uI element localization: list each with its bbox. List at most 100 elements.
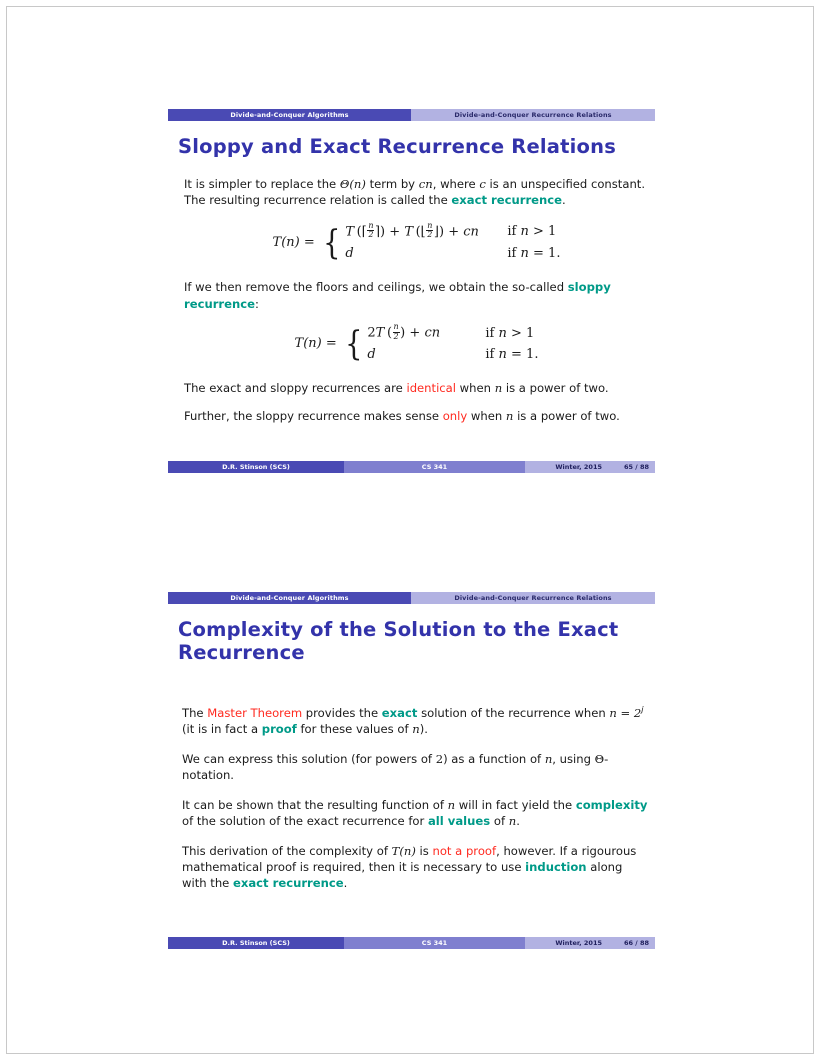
text-segment: is	[415, 843, 433, 858]
slide1-navigation-bar: Divide-and-Conquer Algorithms Divide-and…	[168, 109, 655, 121]
text-segment: , where	[432, 177, 480, 191]
footer-term-label: Winter, 2015	[555, 463, 602, 471]
math-theta-n: Θ(n)	[339, 177, 366, 191]
math-two: 2	[435, 751, 444, 766]
nav-inactive-label: Divide-and-Conquer Recurrence Relations	[454, 594, 612, 602]
keyword-only: only	[442, 408, 468, 423]
equation-condition-1: if n > 1	[507, 224, 557, 240]
footer-term-and-page: Winter, 2015 66 / 88	[525, 937, 655, 949]
slide2-footer: D.R. Stinson (SCS) CS 341 Winter, 2015 6…	[168, 937, 655, 949]
text-segment: It can be shown that the resulting funct…	[182, 797, 448, 812]
footer-course-label: CS 341	[421, 463, 448, 471]
keyword-exact-recurrence: exact recurrence	[233, 876, 344, 891]
keyword-proof: proof	[261, 722, 297, 737]
paragraph-exact-recurrence-intro: It is simpler to replace the Θ(n) term b…	[184, 176, 649, 209]
footer-course: CS 341	[344, 937, 525, 949]
footer-course-label: CS 341	[421, 939, 448, 947]
text-segment: when	[456, 381, 495, 396]
text-segment: of	[490, 814, 509, 829]
equation-exact-recurrence: T(n) = { T (⌈ n 2 ⌉) + T (⌊ n 2 ⌋) + cn if n >…	[184, 220, 649, 263]
paragraph-not-a-proof-induction: This derivation of the complexity of T(n…	[182, 843, 649, 892]
footer-term-label: Winter, 2015	[555, 939, 602, 947]
keyword-identical: identical	[406, 381, 456, 396]
nav-subsection-divide-and-conquer-recurrence-relations[interactable]: Divide-and-Conquer Recurrence Relations	[411, 592, 655, 604]
slide2-body: The Master Theorem provides the exact so…	[182, 704, 649, 892]
brace-icon: {	[344, 324, 363, 364]
paragraph-sloppy-recurrence-intro: If we then remove the floors and ceiling…	[184, 279, 649, 312]
paragraph-identical-when-power-of-two: The exact and sloppy recurrences are ide…	[184, 380, 649, 396]
text-segment: :	[255, 296, 259, 311]
text-segment: for these values of	[296, 722, 413, 737]
text-segment: will in fact yield the	[455, 797, 576, 812]
keyword-all-values: all values	[427, 814, 491, 829]
text-segment: is a power of two.	[513, 408, 620, 423]
math-T: T	[404, 224, 413, 240]
text-segment: term by	[365, 177, 419, 191]
slide1-title: Sloppy and Exact Recurrence Relations	[178, 135, 617, 158]
text-segment: .	[343, 876, 348, 891]
math-exponent-j: j	[641, 704, 644, 714]
text-segment: Further, the sloppy recurrence makes sen…	[184, 408, 443, 423]
nav-section-divide-and-conquer-algorithms[interactable]: Divide-and-Conquer Algorithms	[168, 592, 411, 604]
equation-condition-1: if n > 1	[485, 325, 535, 341]
text-segment: (it is in fact a	[182, 722, 262, 737]
keyword-not-a-proof: not a proof	[432, 843, 497, 858]
math-T: T	[345, 224, 355, 240]
slide-sloppy-and-exact-recurrence-relations: Divide-and-Conquer Algorithms Divide-and…	[168, 109, 655, 473]
math-n: n	[412, 722, 420, 737]
fraction-n-over-2: n2	[367, 220, 375, 240]
keyword-exact: exact	[381, 705, 418, 720]
nav-subsection-divide-and-conquer-recurrence-relations[interactable]: Divide-and-Conquer Recurrence Relations	[411, 109, 655, 121]
text-segment: is a power of two.	[502, 381, 609, 396]
math-n: n	[447, 797, 456, 812]
math-theta: Θ	[594, 751, 605, 766]
fraction-n-over-2: n2	[392, 322, 400, 341]
text-segment: The	[182, 705, 208, 720]
keyword-induction: induction	[525, 860, 587, 875]
math-n-equals-2: n = 2	[609, 705, 642, 720]
text-segment: It is simpler to replace the	[184, 177, 340, 191]
nav-section-divide-and-conquer-algorithms[interactable]: Divide-and-Conquer Algorithms	[168, 109, 411, 121]
text-segment: We can express this solution (for powers…	[182, 751, 436, 766]
math-T-of-n: T(n)	[391, 843, 416, 858]
text-segment: , using	[552, 751, 595, 766]
footer-page-number: 66 / 88	[624, 939, 649, 947]
slide2-navigation-bar: Divide-and-Conquer Algorithms Divide-and…	[168, 592, 655, 604]
math-cn: cn	[424, 325, 441, 341]
text-segment: .	[516, 814, 520, 829]
math-two: 2	[367, 325, 376, 341]
slide1-footer: D.R. Stinson (SCS) CS 341 Winter, 2015 6…	[168, 461, 655, 473]
math-plus: +	[409, 325, 421, 341]
text-segment: .	[562, 193, 566, 208]
equation-case-recursive: 2T (n 2) + cn	[367, 322, 441, 341]
text-segment: of the solution of the exact recurrence …	[182, 814, 428, 829]
slide2-title: Complexity of the Solution to the Exact …	[178, 618, 619, 664]
keyword-complexity: complexity	[575, 797, 648, 812]
brace-icon: {	[322, 222, 341, 263]
footer-term-and-page: Winter, 2015 65 / 88	[525, 461, 655, 473]
ceil-open-icon: ⌈	[361, 224, 367, 240]
paragraph-master-theorem: The Master Theorem provides the exact so…	[182, 704, 649, 738]
footer-course: CS 341	[344, 461, 525, 473]
text-segment: solution of the recurrence when	[417, 705, 610, 720]
math-plus: +	[448, 224, 460, 240]
paragraph-complexity-all-values: It can be shown that the resulting funct…	[182, 797, 649, 830]
slide-complexity-of-the-solution-to-the-exact-recurrence: Divide-and-Conquer Algorithms Divide-and…	[168, 592, 655, 949]
keyword-master-theorem: Master Theorem	[207, 705, 303, 720]
text-segment: provides the	[302, 705, 382, 720]
equation-case-recursive: T (⌈ n 2 ⌉) + T (⌊ n 2 ⌋) + cn	[345, 220, 479, 240]
paragraph-only-when-power-of-two: Further, the sloppy recurrence makes sen…	[184, 408, 649, 424]
equation-case-base: d	[367, 346, 376, 362]
fraction-n-over-2: n2	[426, 220, 434, 240]
text-segment: The exact and sloppy recurrences are	[184, 381, 407, 396]
math-cn: cn	[418, 177, 433, 191]
equation-condition-2: if n = 1.	[507, 245, 561, 261]
text-segment: If we then remove the floors and ceiling…	[184, 280, 568, 295]
equation-sloppy-recurrence: T(n) = { 2T (n 2) + cn if n > 1 d if n = …	[184, 322, 649, 364]
footer-author-label: D.R. Stinson (SCS)	[222, 939, 290, 947]
equation-case-base: d	[345, 245, 354, 261]
floor-open-icon: ⌊	[420, 224, 426, 240]
footer-page-number: 65 / 88	[624, 463, 649, 471]
paragraph-express-solution: We can express this solution (for powers…	[182, 751, 649, 784]
math-cn: cn	[463, 224, 479, 240]
